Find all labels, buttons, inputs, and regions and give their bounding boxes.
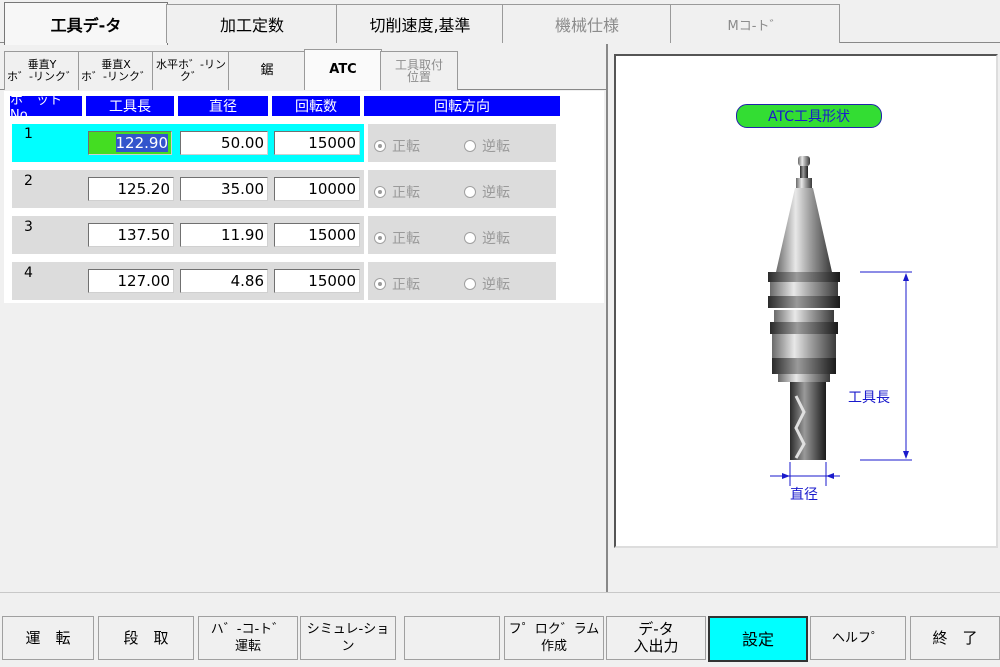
tool-length-value: 122.90 <box>115 134 168 152</box>
forward-radio[interactable]: 正転 <box>374 274 420 294</box>
forward-label: 正転 <box>392 139 420 155</box>
tab-machining-constants[interactable]: 加工定数 <box>166 4 338 43</box>
tool-taper <box>776 188 832 272</box>
data-io-button[interactable]: デ-タ 入出力 <box>606 616 706 660</box>
subtab-horizontal-boring[interactable]: 水平ホ゛-リン ク゛ <box>152 51 230 90</box>
subtab-tool-mount-position[interactable]: 工具取付 位置 <box>380 51 458 90</box>
setup-button[interactable]: 段 取 <box>98 616 194 660</box>
length-dimension-label: 工具長 <box>848 390 890 406</box>
tab-machine-spec[interactable]: 機械仕様 <box>502 4 672 43</box>
settings-button[interactable]: 設定 <box>708 616 808 662</box>
forward-radio[interactable]: 正転 <box>374 182 420 202</box>
length-arrow-down <box>903 451 909 459</box>
diameter-input[interactable]: 11.90 <box>180 223 268 247</box>
pull-stud-head <box>798 156 810 166</box>
radio-selected-icon <box>374 186 386 198</box>
forward-radio[interactable]: 正転 <box>374 136 420 156</box>
radio-unselected-icon <box>464 232 476 244</box>
radio-selected-icon <box>374 232 386 244</box>
reverse-label: 逆転 <box>482 231 510 247</box>
diameter-dimension-label: 直径 <box>790 487 818 503</box>
header-tool-length: 工具長 <box>86 96 174 116</box>
pot-number: 2 <box>24 173 33 189</box>
diagram-title: ATC工具形状 <box>736 104 882 128</box>
cutter-shank <box>790 382 826 460</box>
radio-unselected-icon <box>464 140 476 152</box>
collet-nut <box>772 334 836 358</box>
radio-unselected-icon <box>464 278 476 290</box>
panel-divider <box>606 44 608 592</box>
pot-number: 4 <box>24 265 33 281</box>
diameter-input[interactable]: 35.00 <box>180 177 268 201</box>
tab-m-code[interactable]: Mコ-ト゛ <box>670 4 840 43</box>
reverse-radio[interactable]: 逆転 <box>464 228 510 248</box>
reverse-label: 逆転 <box>482 139 510 155</box>
header-pot-no: ホ゜ット゛No. <box>10 93 82 123</box>
tool-length-input[interactable]: 122.90 <box>88 131 172 155</box>
subtab-vertical-x-boring[interactable]: 垂直X ホ゛-リンク゛ <box>78 51 154 90</box>
header-diameter: 直径 <box>178 96 268 116</box>
reverse-label: 逆転 <box>482 185 510 201</box>
reverse-radio[interactable]: 逆転 <box>464 136 510 156</box>
reverse-radio[interactable]: 逆転 <box>464 182 510 202</box>
length-arrow-up <box>903 273 909 281</box>
forward-label: 正転 <box>392 185 420 201</box>
tool-flange-lower <box>768 296 840 308</box>
rpm-input[interactable]: 15000 <box>274 131 360 155</box>
subtab-saw[interactable]: 鋸 <box>228 51 306 90</box>
atc-tool-drawing <box>768 156 912 486</box>
subtab-vertical-y-boring[interactable]: 垂直Y ホ゛-リンク゛ <box>4 51 80 90</box>
pull-stud-neck <box>800 166 808 178</box>
pull-stud-base <box>796 178 812 188</box>
forward-label: 正転 <box>392 277 420 293</box>
forward-radio[interactable]: 正転 <box>374 228 420 248</box>
radio-selected-icon <box>374 278 386 290</box>
diameter-arrow-right <box>826 473 834 479</box>
header-rotation-direction: 回転方向 <box>364 96 560 116</box>
bottom-divider <box>0 592 1000 593</box>
tab-tool-data[interactable]: 工具デ-タ <box>4 2 168 45</box>
collet-ring <box>770 322 838 334</box>
run-button[interactable]: 運 転 <box>2 616 94 660</box>
blank-button[interactable] <box>404 616 500 660</box>
tab-cutting-speed[interactable]: 切削速度,基準 <box>336 4 504 43</box>
tool-length-input[interactable]: 137.50 <box>88 223 174 247</box>
exit-button[interactable]: 終 了 <box>910 616 1000 660</box>
pot-number: 3 <box>24 219 33 235</box>
program-create-button[interactable]: フ゜ロク゛ラム 作成 <box>504 616 604 660</box>
diameter-arrow-left <box>782 473 790 479</box>
forward-label: 正転 <box>392 231 420 247</box>
tool-flange <box>768 272 840 282</box>
header-rpm: 回転数 <box>272 96 360 116</box>
radio-unselected-icon <box>464 186 476 198</box>
simulation-button[interactable]: シミュレ-ション <box>300 616 396 660</box>
subtab-atc[interactable]: ATC <box>304 49 382 90</box>
rpm-input[interactable]: 15000 <box>274 269 360 293</box>
tool-flange-groove <box>770 282 838 296</box>
collet-tip <box>778 374 830 382</box>
collet-body <box>774 310 834 322</box>
reverse-radio[interactable]: 逆転 <box>464 274 510 294</box>
rpm-input[interactable]: 10000 <box>274 177 360 201</box>
diameter-input[interactable]: 4.86 <box>180 269 268 293</box>
radio-selected-icon <box>374 140 386 152</box>
tool-length-input[interactable]: 125.20 <box>88 177 174 201</box>
reverse-label: 逆転 <box>482 277 510 293</box>
tool-length-input[interactable]: 127.00 <box>88 269 174 293</box>
collet-nut-lower <box>772 358 836 374</box>
pot-number: 1 <box>24 126 33 142</box>
help-button[interactable]: ヘルフ゜ <box>810 616 906 660</box>
barcode-run-button[interactable]: ハ゛-コ-ト゛ 運転 <box>198 616 298 660</box>
rpm-input[interactable]: 15000 <box>274 223 360 247</box>
diameter-input[interactable]: 50.00 <box>180 131 268 155</box>
